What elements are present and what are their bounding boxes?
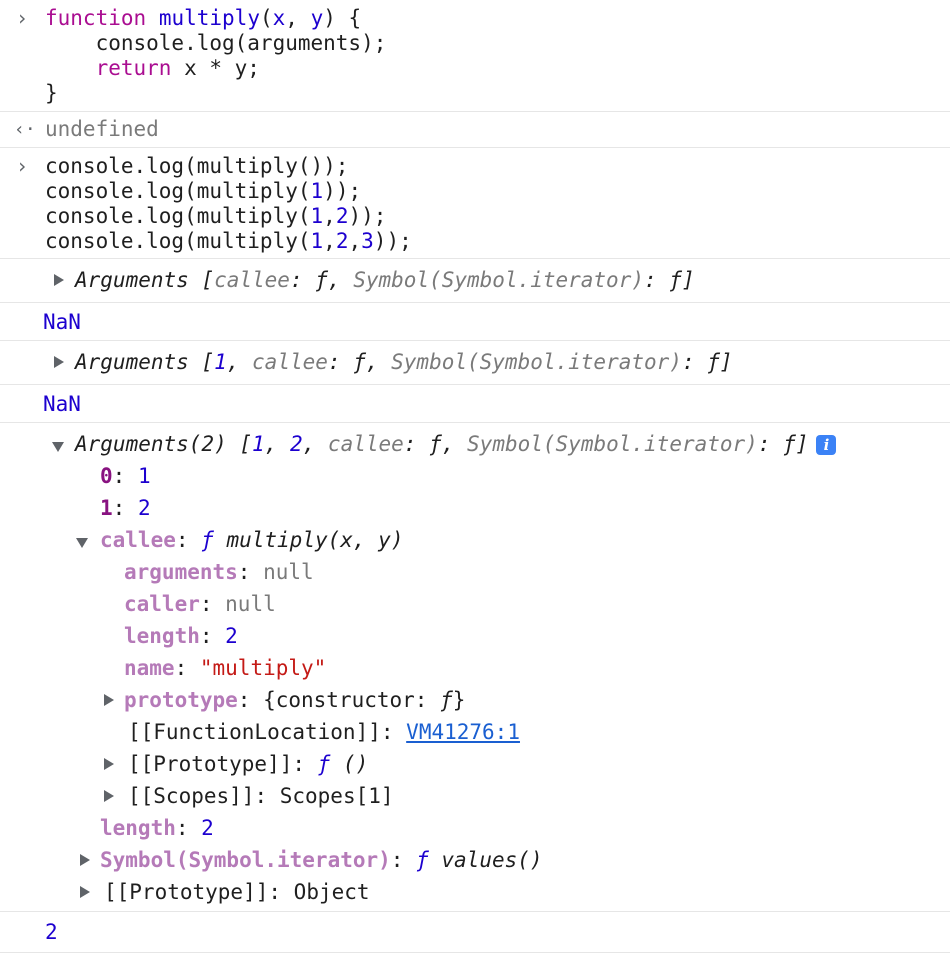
triangle-right-icon[interactable]	[80, 886, 90, 898]
chevron-right-icon: ›	[16, 154, 29, 178]
property-row: length: 2	[100, 816, 214, 840]
console-log-entry[interactable]: Arguments [1, callee: ƒ, Symbol(Symbol.i…	[0, 341, 950, 385]
code-line: console.log(multiply(1));	[45, 179, 362, 203]
info-icon[interactable]: i	[816, 435, 837, 455]
code-line: console.log(multiply(1,2));	[45, 204, 387, 228]
source-link[interactable]: VM41276:1	[406, 720, 520, 744]
console-log-entry[interactable]: Arguments(2) [1, 2, callee: ƒ, Symbol(Sy…	[0, 423, 950, 912]
property-row: caller: null	[124, 592, 276, 616]
console-log-entry: 2	[0, 912, 950, 953]
object-preview[interactable]: Arguments [1, callee: ƒ, Symbol(Symbol.i…	[75, 350, 733, 375]
result-arrow-icon: ‹·	[14, 119, 36, 140]
console-result-entry: ‹· undefined	[0, 112, 950, 148]
code-line: console.log(multiply());	[45, 154, 349, 178]
console-log-entry: NaN	[0, 303, 950, 341]
devtools-console: › function multiply(x, y) { console.log(…	[0, 0, 950, 953]
chevron-right-icon: ›	[16, 6, 29, 30]
console-input-entry[interactable]: › function multiply(x, y) { console.log(…	[0, 0, 950, 112]
result-value: undefined	[45, 117, 159, 141]
triangle-right-icon[interactable]	[54, 356, 64, 368]
code-line: return x * y;	[95, 56, 260, 80]
object-preview[interactable]: Arguments(2) [1, 2, callee: ƒ, Symbol(Sy…	[75, 432, 837, 457]
triangle-right-icon[interactable]	[104, 790, 114, 802]
property-row-internal-prototype[interactable]: [[Prototype]]: ƒ ()	[128, 752, 368, 777]
property-row-callee[interactable]: callee: ƒ multiply(x, y)	[100, 528, 403, 553]
code-line: function multiply(x, y) {	[45, 6, 362, 30]
property-row: 0: 1	[100, 464, 151, 488]
log-value: NaN	[43, 310, 81, 334]
property-row: arguments: null	[124, 560, 314, 584]
property-row: length: 2	[124, 624, 238, 648]
object-preview[interactable]: Arguments [callee: ƒ, Symbol(Symbol.iter…	[75, 268, 695, 293]
function-name: multiply	[158, 6, 260, 30]
code-line: console.log(arguments);	[45, 31, 387, 55]
triangle-down-icon[interactable]	[76, 538, 88, 548]
console-log-entry: NaN	[0, 385, 950, 423]
property-row-object-prototype[interactable]: [[Prototype]]: Object	[104, 880, 370, 905]
triangle-down-icon[interactable]	[52, 442, 64, 452]
keyword: function	[45, 6, 147, 30]
property-row: name: "multiply"	[124, 656, 327, 680]
code-line: console.log(multiply(1,2,3));	[45, 229, 412, 253]
triangle-right-icon[interactable]	[80, 854, 90, 866]
triangle-right-icon[interactable]	[54, 274, 64, 286]
property-row-prototype[interactable]: prototype: {constructor: ƒ}	[124, 688, 465, 713]
triangle-right-icon[interactable]	[104, 758, 114, 770]
code-line: }	[45, 81, 58, 105]
keyword: return	[95, 56, 172, 80]
property-row-scopes[interactable]: [[Scopes]]: Scopes[1]	[128, 784, 394, 809]
property-row-iterator[interactable]: Symbol(Symbol.iterator): ƒ values()	[100, 848, 543, 873]
console-log-entry[interactable]: Arguments [callee: ƒ, Symbol(Symbol.iter…	[0, 259, 950, 303]
log-value: NaN	[43, 392, 81, 416]
triangle-right-icon[interactable]	[104, 694, 114, 706]
property-row: 1: 2	[100, 496, 151, 520]
log-value: 2	[45, 920, 58, 944]
console-input-entry[interactable]: › console.log(multiply()); console.log(m…	[0, 148, 950, 259]
property-row: [[FunctionLocation]]: VM41276:1	[128, 720, 520, 744]
